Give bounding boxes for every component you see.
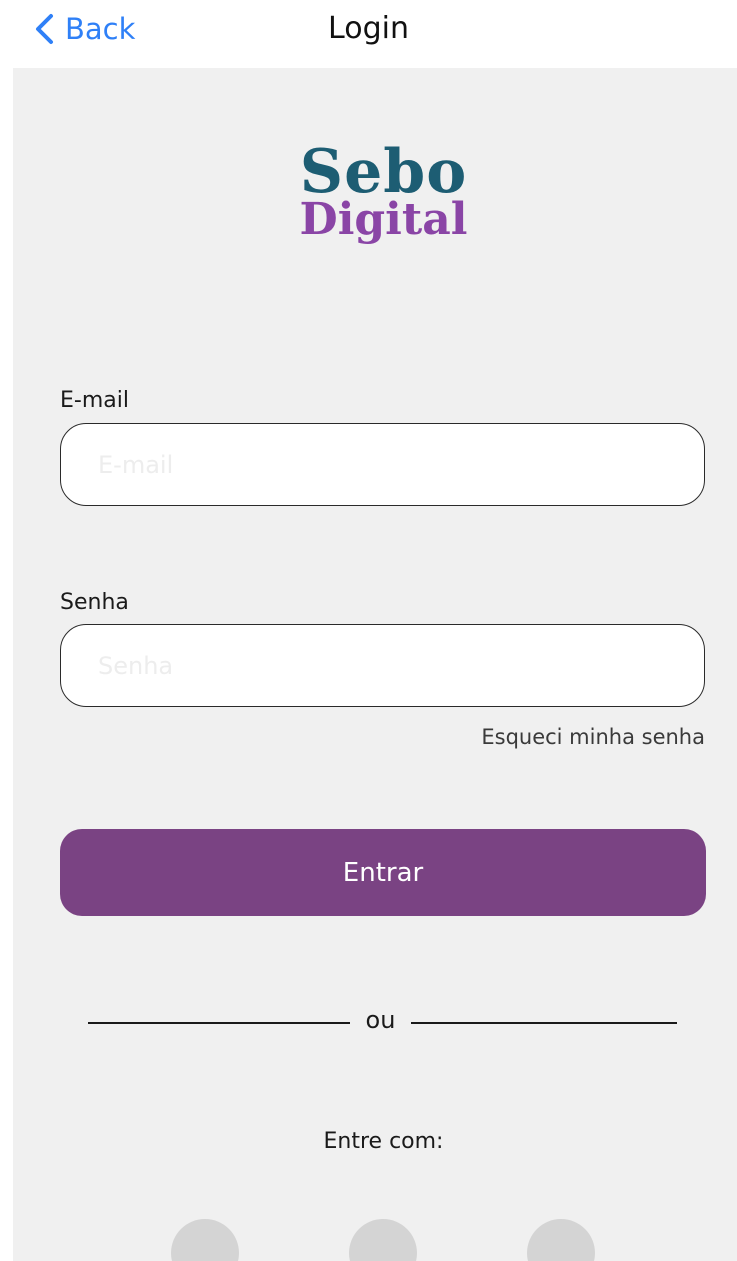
login-screen: Back Login Sebo Digital E-mail Senha Esq… [0, 0, 737, 1261]
brand-logo: Sebo Digital [13, 142, 737, 242]
email-field[interactable] [60, 423, 705, 506]
divider-text: ou [365, 1006, 396, 1034]
password-label: Senha [60, 590, 129, 615]
divider-line-left [88, 1022, 350, 1024]
social-login-title: Entre com: [323, 1129, 444, 1154]
login-button[interactable]: Entrar [60, 829, 706, 916]
social-login-button-3[interactable] [527, 1219, 595, 1261]
logo-line-digital: Digital [299, 194, 468, 245]
divider-line-right [411, 1022, 677, 1024]
forgot-password-link[interactable]: Esqueci minha senha [481, 725, 705, 749]
social-login-button-2[interactable] [349, 1219, 417, 1261]
logo-line-sebo: Sebo [299, 137, 468, 207]
navigation-bar: Back Login [0, 0, 737, 68]
password-field[interactable] [60, 624, 705, 707]
login-panel: Sebo Digital E-mail Senha Esqueci minha … [13, 68, 737, 1261]
social-login-button-1[interactable] [171, 1219, 239, 1261]
email-label: E-mail [60, 388, 129, 413]
page-title: Login [328, 11, 409, 46]
